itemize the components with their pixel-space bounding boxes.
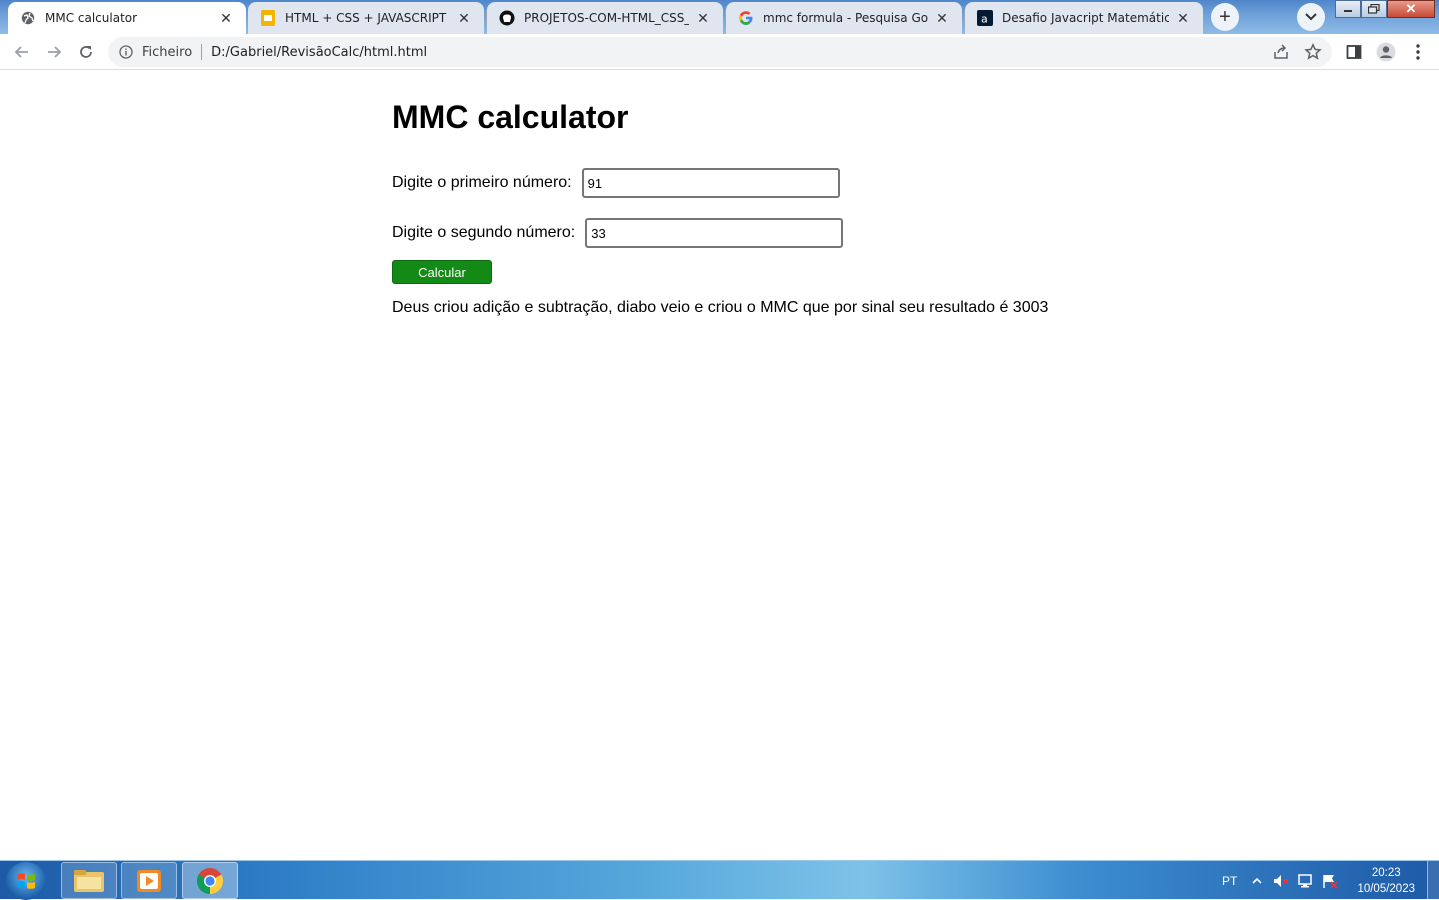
minimize-button[interactable] — [1335, 0, 1361, 18]
show-desktop-button[interactable] — [1427, 861, 1439, 900]
clock[interactable]: 20:23 10/05/2023 — [1357, 865, 1415, 897]
avatar-icon — [1376, 42, 1396, 62]
back-button[interactable] — [10, 40, 34, 64]
reload-icon — [80, 46, 92, 58]
tab-search-button[interactable] — [1297, 3, 1325, 31]
reload-button[interactable] — [74, 40, 98, 64]
taskbar: PT 20:23 10/05/2023 — [0, 860, 1439, 900]
share-icon[interactable] — [1272, 43, 1290, 66]
restore-button[interactable] — [1361, 0, 1387, 18]
restore-icon — [1368, 4, 1380, 14]
page-content: MMC calculator Digite o primeiro número:… — [0, 71, 1439, 860]
clock-time: 20:23 — [1371, 867, 1401, 879]
url-text[interactable]: D:/Gabriel/RevisãoCalc/html.html — [211, 45, 427, 60]
side-panel-icon — [1346, 45, 1362, 59]
minimize-icon — [1344, 10, 1352, 12]
volume-tray[interactable] — [1272, 861, 1290, 900]
action-center-tray[interactable] — [1321, 861, 1339, 900]
bookmark-star-icon[interactable] — [1304, 42, 1322, 66]
media-player-icon — [137, 869, 161, 892]
side-panel-button[interactable] — [1342, 40, 1366, 64]
address-actions — [1272, 42, 1322, 66]
tab-title: mmc formula - Pesquisa Google — [763, 11, 928, 25]
tab-github[interactable]: PROJETOS-COM-HTML_CSS_JAVA ✕ — [487, 2, 723, 34]
tab-title: MMC calculator — [45, 11, 138, 25]
show-hidden-icons[interactable] — [1252, 861, 1262, 900]
second-number-input[interactable] — [585, 218, 844, 248]
first-number-input[interactable] — [581, 168, 840, 198]
language-label: PT — [1222, 873, 1238, 888]
chevron-up-icon — [1252, 877, 1262, 884]
close-window-button[interactable]: ✕ — [1387, 0, 1435, 18]
first-number-row: Digite o primeiro número: — [392, 168, 840, 198]
taskbar-media-player[interactable] — [121, 862, 177, 899]
calculate-button[interactable]: Calcular — [392, 260, 492, 284]
language-indicator[interactable]: PT — [1222, 861, 1237, 900]
address-bar[interactable]: Ficheiro D:/Gabriel/RevisãoCalc/html.htm… — [108, 37, 1332, 67]
scheme-label: Ficheiro — [142, 44, 193, 60]
start-button[interactable] — [6, 862, 46, 900]
windows-explorer-icon — [74, 869, 104, 892]
menu-button[interactable] — [1406, 40, 1430, 64]
tab-title: Desafio Javacript Matemática #2 — [1002, 11, 1169, 25]
tab-mmc-calculator[interactable]: MMC calculator ✕ — [8, 2, 246, 34]
close-tab-icon[interactable]: ✕ — [1175, 10, 1191, 26]
close-tab-icon[interactable]: ✕ — [456, 10, 472, 26]
alura-icon: a — [977, 10, 993, 26]
network-tray[interactable] — [1297, 861, 1315, 900]
flag-alert-icon — [1323, 874, 1338, 889]
page-title: MMC calculator — [392, 99, 629, 135]
kebab-menu-icon — [1416, 44, 1420, 60]
clock-date: 10/05/2023 — [1357, 883, 1415, 895]
info-icon[interactable] — [118, 44, 134, 60]
close-icon: ✕ — [1405, 1, 1417, 16]
taskbar-chrome[interactable] — [182, 862, 238, 899]
tab-alura[interactable]: a Desafio Javacript Matemática #2 ✕ — [965, 2, 1203, 34]
tab-google-search[interactable]: mmc formula - Pesquisa Google ✕ — [726, 2, 962, 34]
result-text: Deus criou adição e subtração, diabo vei… — [392, 299, 1049, 316]
globe-icon — [20, 10, 36, 26]
close-tab-icon[interactable]: ✕ — [218, 10, 234, 26]
network-icon — [1298, 873, 1312, 887]
chrome-icon — [196, 867, 224, 894]
taskbar-explorer[interactable] — [61, 862, 117, 899]
first-number-label: Digite o primeiro número: — [392, 174, 572, 191]
plus-icon: + — [1219, 5, 1231, 28]
arrow-right-icon — [48, 46, 62, 58]
second-number-label: Digite o segundo número: — [392, 224, 576, 241]
address-divider — [201, 44, 203, 60]
tab-title: PROJETOS-COM-HTML_CSS_JAVA — [524, 11, 689, 25]
close-tab-icon[interactable]: ✕ — [695, 10, 711, 26]
second-number-row: Digite o segundo número: — [392, 218, 844, 248]
volume-muted-icon — [1274, 874, 1289, 887]
chevron-down-icon — [1305, 13, 1317, 21]
browser-toolbar: Ficheiro D:/Gabriel/RevisãoCalc/html.htm… — [0, 34, 1439, 70]
github-icon — [499, 10, 515, 26]
new-tab-button[interactable]: + — [1211, 3, 1239, 31]
tab-title: HTML + CSS + JAVASCRIPT - Goo — [285, 11, 450, 25]
close-tab-icon[interactable]: ✕ — [934, 10, 950, 26]
tab-strip: MMC calculator ✕ HTML + CSS + JAVASCRIPT… — [0, 0, 1439, 34]
svg-text:a: a — [981, 13, 988, 26]
google-icon — [738, 10, 754, 26]
google-slides-icon — [260, 10, 276, 26]
arrow-left-icon — [14, 46, 28, 58]
tab-google-slides[interactable]: HTML + CSS + JAVASCRIPT - Goo ✕ — [248, 2, 484, 34]
profile-button[interactable] — [1374, 40, 1398, 64]
forward-button[interactable] — [42, 40, 66, 64]
windows-logo-icon — [17, 873, 35, 889]
